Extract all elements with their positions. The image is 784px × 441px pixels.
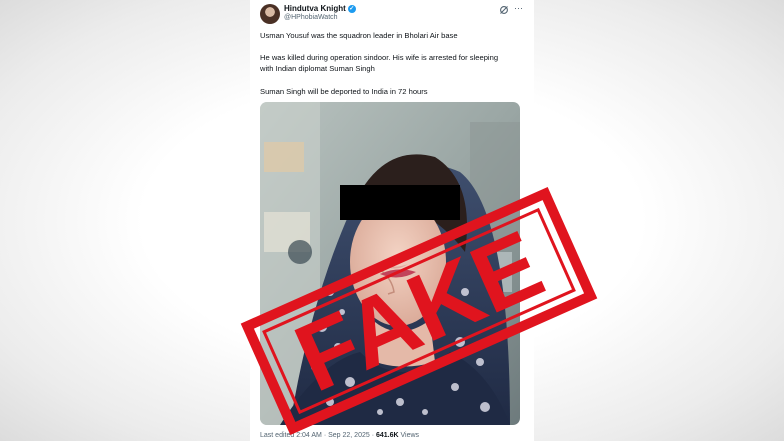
more-options-icon[interactable]: ⋯ xyxy=(514,3,523,14)
tweet-meta: Last edited 2:04 AM · Sep 22, 2025 · 641… xyxy=(260,432,419,439)
photo-illustration xyxy=(260,102,520,425)
tweet-text-line-4: Suman Singh will be deported to India in… xyxy=(260,87,428,96)
views-count: 641.6K xyxy=(375,432,399,439)
tweet-card: Hindutva Knight ✓ @HPhobiaWatch ⋯ Usman Y… xyxy=(250,0,534,441)
author-handle[interactable]: @HPhobiaWatch xyxy=(284,14,338,21)
tweet-text-line-2: He was killed during operation sindoor. … xyxy=(260,53,499,62)
tweet-media-image[interactable] xyxy=(260,102,520,425)
tweet-text-line-3: with Indian diplomat Suman Singh xyxy=(260,64,375,73)
verified-badge-icon: ✓ xyxy=(347,4,356,13)
author-display-name[interactable]: Hindutva Knight ✓ xyxy=(284,4,356,13)
face-blur-bar xyxy=(340,185,460,220)
last-edited-time[interactable]: Last edited 2:04 AM · Sep 22, 2025 · xyxy=(260,432,376,439)
grok-icon[interactable] xyxy=(499,5,509,15)
views-label: Views xyxy=(398,432,420,439)
tweet-text-line-1: Usman Yousuf was the squadron leader in … xyxy=(260,31,458,40)
author-name-text: Hindutva Knight xyxy=(284,4,346,13)
avatar[interactable] xyxy=(260,4,280,24)
